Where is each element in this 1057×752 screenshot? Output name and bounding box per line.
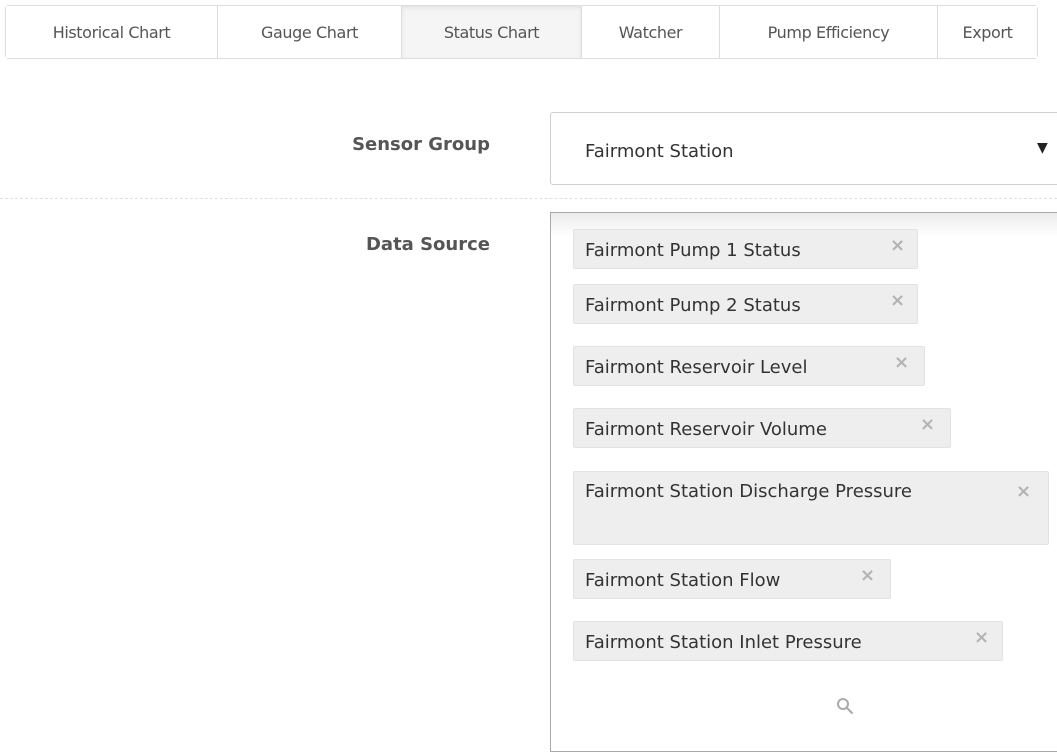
form-divider (0, 198, 1057, 199)
tab-pump-efficiency[interactable]: Pump Efficiency (720, 6, 938, 58)
close-icon[interactable]: × (890, 292, 905, 310)
selected-source-chip: Fairmont Pump 2 Status × (573, 284, 918, 324)
tab-watcher[interactable]: Watcher (582, 6, 720, 58)
tab-export[interactable]: Export (938, 6, 1037, 58)
selected-source-chip: Fairmont Station Discharge Pressure × (573, 471, 1049, 545)
sensor-group-select[interactable]: Fairmont Station ▼ (550, 112, 1057, 185)
data-source-label: Data Source (365, 234, 490, 255)
selected-source-chip: Fairmont Pump 1 Status × (573, 229, 918, 269)
tab-historical-chart[interactable]: Historical Chart (6, 6, 218, 58)
chip-label: Fairmont Reservoir Level (585, 357, 808, 378)
chip-label: Fairmont Station Flow (585, 570, 781, 591)
chip-label: Fairmont Reservoir Volume (585, 419, 827, 440)
close-icon[interactable]: × (894, 354, 909, 372)
tab-bar: Historical Chart Gauge Chart Status Char… (5, 5, 1038, 59)
chip-label: Fairmont Pump 1 Status (585, 240, 801, 261)
sensor-group-label: Sensor Group (352, 134, 490, 155)
chip-label: Fairmont Pump 2 Status (585, 295, 801, 316)
close-icon[interactable]: × (920, 416, 935, 434)
tab-status-chart[interactable]: Status Chart (402, 6, 582, 58)
selected-source-chip: Fairmont Station Flow × (573, 559, 891, 599)
chip-label: Fairmont Station Inlet Pressure (585, 632, 862, 653)
close-icon[interactable]: × (860, 567, 875, 585)
search-icon[interactable] (836, 697, 854, 715)
data-source-multiselect[interactable]: Fairmont Pump 1 Status × Fairmont Pump 2… (550, 212, 1057, 752)
close-icon[interactable]: × (890, 237, 905, 255)
caret-down-icon[interactable]: ▼ (1037, 140, 1048, 156)
selected-source-chip: Fairmont Station Inlet Pressure × (573, 621, 1003, 661)
close-icon[interactable]: × (1016, 483, 1031, 501)
chip-label: Fairmont Station Discharge Pressure (585, 481, 913, 502)
close-icon[interactable]: × (974, 629, 989, 647)
selected-source-chip: Fairmont Reservoir Level × (573, 346, 925, 386)
selected-source-chip: Fairmont Reservoir Volume × (573, 408, 951, 448)
sensor-group-selected-value: Fairmont Station (585, 141, 734, 162)
tab-gauge-chart[interactable]: Gauge Chart (218, 6, 402, 58)
